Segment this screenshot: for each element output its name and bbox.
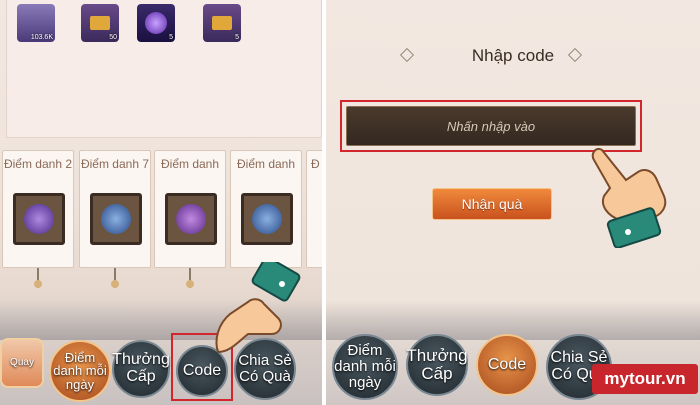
purple-orb-icon [145,12,167,34]
inventory-item-purple-orb[interactable]: 5 [137,4,175,42]
inventory-item-gold-chest[interactable]: 5 [203,4,241,42]
daily-checkin-button[interactable]: Điểm danh mỗi ngày [49,340,111,402]
orb-icon [24,204,54,234]
reward-frame [13,193,65,245]
watermark-logo: mytour.vn [592,364,698,394]
reward-frame [241,193,293,245]
code-button[interactable]: Code [476,334,538,396]
tassel-bead [34,280,42,288]
banner-title: Điểm danh 2 [3,157,73,171]
inventory-item-silver[interactable]: 103.6K [17,4,55,42]
level-reward-label: Thưởng Cấp [406,346,468,383]
checkin-banner[interactable]: Điểm danh [154,150,226,268]
tassel-bead [186,280,194,288]
banner-title: Điểm danh [236,157,296,171]
orb-icon [252,204,282,234]
banner-title: Điểm danh [160,157,220,171]
level-reward-label: Thưởng Cấp [112,351,170,385]
receive-reward-button[interactable]: Nhận quà [432,188,552,220]
daily-checkin-button[interactable]: Điểm danh mỗi ngày [332,334,398,400]
inventory-card: 103.6K 50 5 5 [6,0,322,138]
daily-checkin-label: Điểm danh mỗi ngày [53,349,107,392]
reward-frame [165,193,217,245]
spin-button[interactable]: Quay [0,338,44,388]
inventory-qty: 5 [169,34,173,41]
checkin-banner[interactable]: Đ [306,150,322,268]
reward-frame [90,193,142,245]
gold-chest-icon [90,16,110,30]
inventory-qty: 103.6K [30,34,53,41]
code-label: Code [487,355,527,373]
left-screenshot: 103.6K 50 5 5 Điểm danh 2 Điểm danh 7 Đi [0,0,322,405]
right-screenshot: Nhập code Nhấn nhập vào Nhận quà Điểm da… [326,0,700,405]
checkin-banner[interactable]: Điểm danh [230,150,302,268]
pointing-hand-icon [215,262,301,354]
inventory-qty: 50 [109,34,117,41]
banner-title: Đ [311,157,320,171]
checkin-banner[interactable]: Điểm danh 7 [79,150,151,268]
pointing-hand-icon [591,148,667,248]
banner-title: Điểm danh 7 [80,157,150,171]
checkin-banner[interactable]: Điểm danh 2 [2,150,74,268]
spin-label: Quay [10,356,34,368]
daily-checkin-label: Điểm danh mỗi ngày [334,342,396,391]
inventory-qty: 5 [235,34,239,41]
dialog-title: Nhập code [471,46,555,65]
gold-chest-icon [212,16,232,30]
inventory-item-gold-chest[interactable]: 50 [81,4,119,42]
orb-icon [176,204,206,234]
tassel-bead [111,280,119,288]
orb-icon [101,204,131,234]
level-reward-button[interactable]: Thưởng Cấp [406,334,468,396]
level-reward-button[interactable]: Thưởng Cấp [112,340,170,398]
